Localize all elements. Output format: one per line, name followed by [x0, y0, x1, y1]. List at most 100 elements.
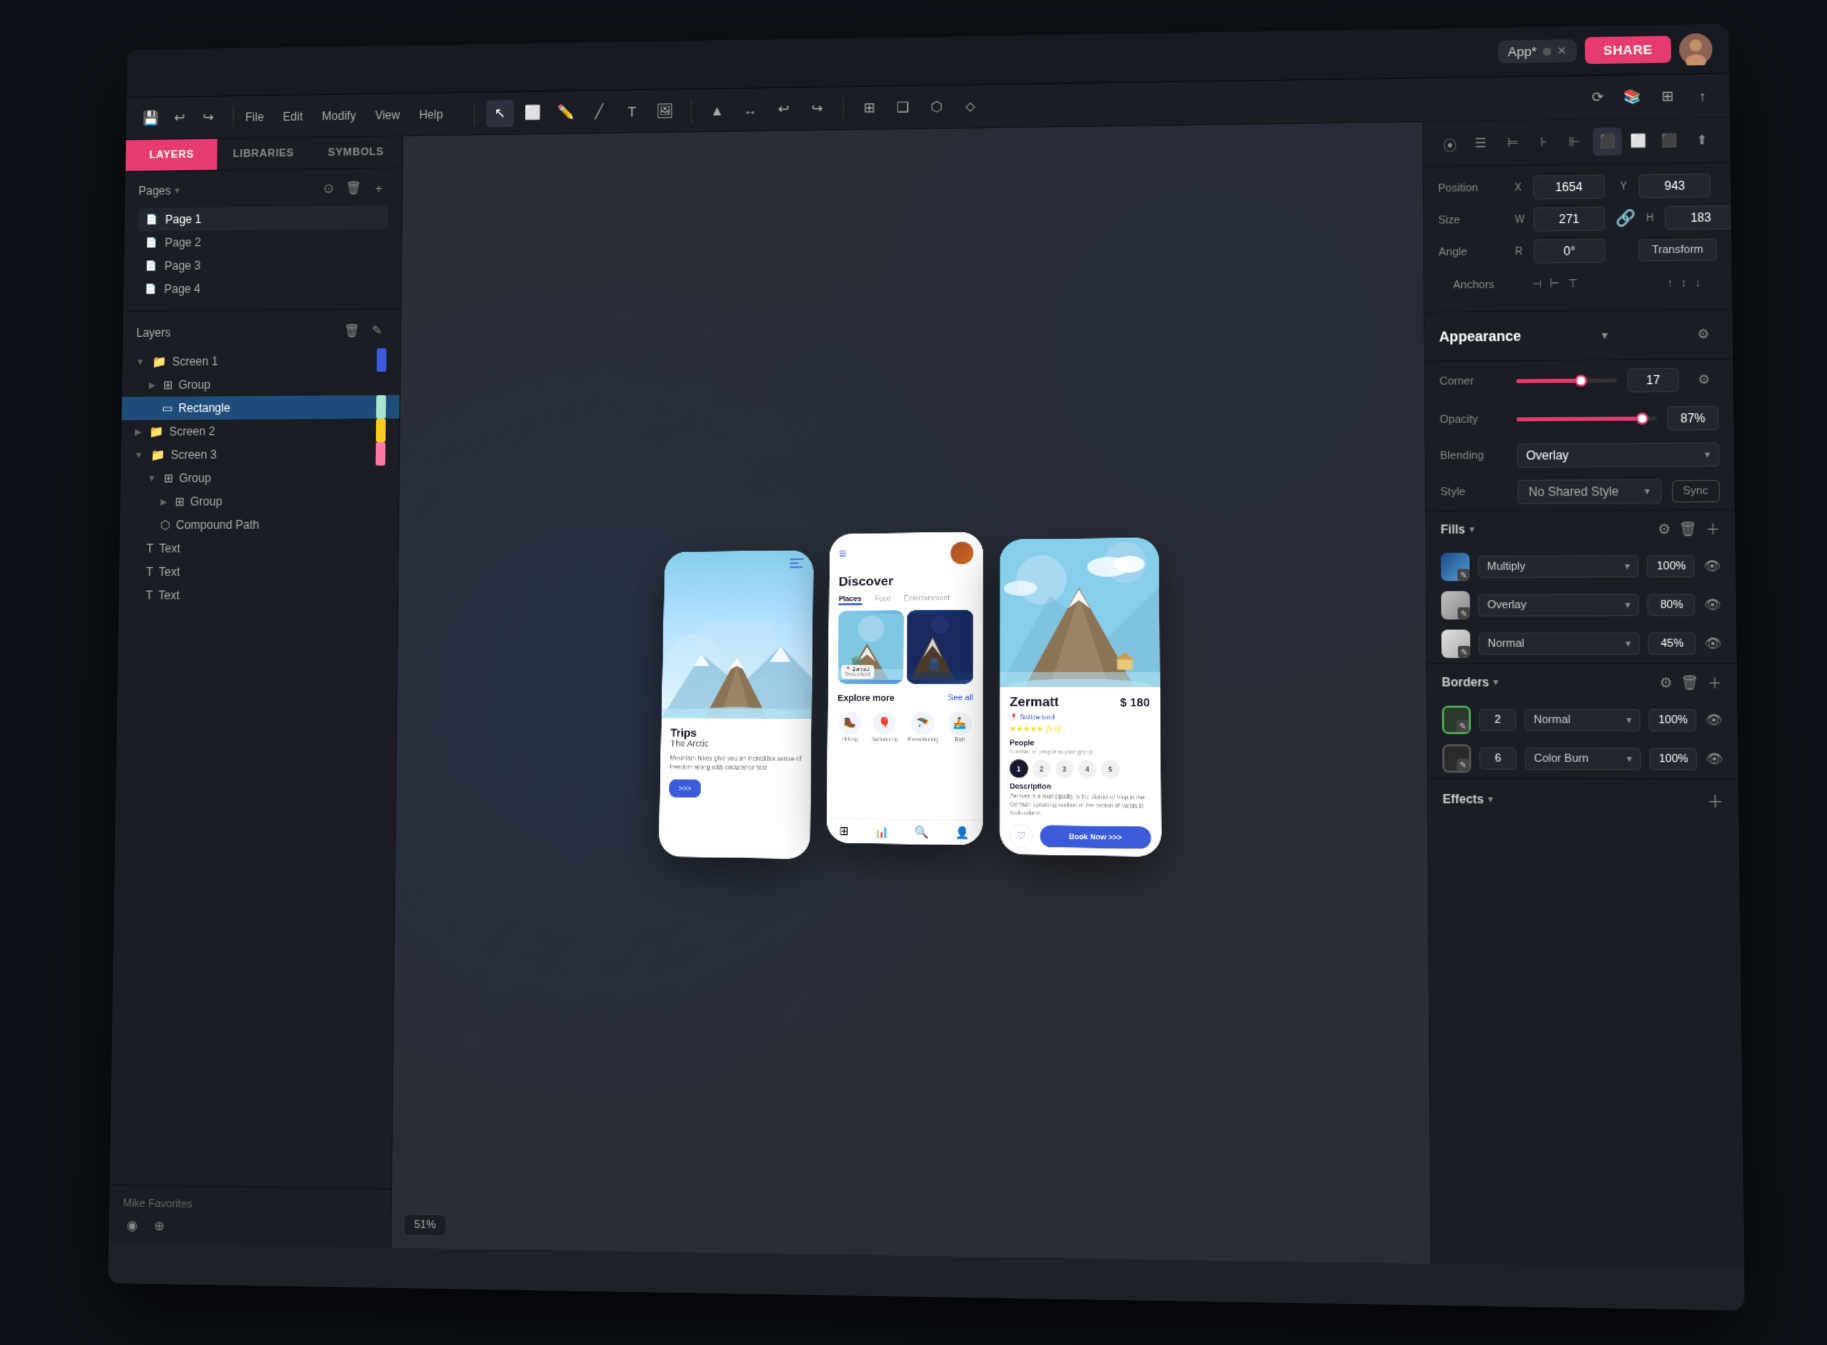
border-eye-1[interactable]: 👁 — [1705, 712, 1722, 728]
num-2[interactable]: 2 — [1032, 760, 1051, 779]
border-num-2[interactable] — [1479, 747, 1516, 769]
undo2-tool[interactable]: ↩ — [770, 95, 798, 123]
layer-compound[interactable]: ⬡ Compound Path — [120, 512, 398, 536]
line-tool[interactable]: ╱ — [585, 98, 612, 126]
fills-settings-btn[interactable]: ⚙ — [1657, 519, 1670, 539]
layer-rectangle[interactable]: ▭ Rectangle — [122, 395, 400, 420]
align-left[interactable]: ⬛ — [1593, 127, 1622, 155]
align-center-h[interactable]: ⬜ — [1624, 127, 1653, 155]
size-w-input[interactable] — [1533, 207, 1605, 232]
align-middle[interactable]: ↕ — [1718, 126, 1744, 154]
appearance-settings[interactable]: ⚙ — [1689, 320, 1718, 348]
borders-delete-btn[interactable]: 🗑 — [1681, 672, 1700, 692]
position-x-input[interactable] — [1533, 175, 1605, 200]
anchor-type-2[interactable]: ↕ — [1679, 275, 1689, 291]
image-tool[interactable]: 🖼 — [651, 97, 679, 125]
flip-h-tool[interactable]: ↔ — [737, 96, 765, 124]
artboard-tool[interactable]: ⬦ — [956, 92, 984, 120]
nav-search[interactable]: 🔍 — [915, 825, 929, 839]
redo2-tool[interactable]: ↪ — [803, 95, 831, 123]
nav-profile[interactable]: 👤 — [955, 826, 970, 840]
fill-swatch-3[interactable]: ✎ — [1441, 630, 1470, 658]
fills-add-btn[interactable]: ＋ — [1706, 518, 1721, 538]
page-item-1[interactable]: 📄 Page 1 — [138, 205, 388, 231]
layer-group2[interactable]: ▼ ⊞ Group — [121, 465, 399, 490]
num-4[interactable]: 4 — [1078, 760, 1097, 779]
menu-help[interactable]: Help — [419, 107, 443, 121]
triangle-tool[interactable]: ▲ — [703, 96, 731, 124]
fills-delete-btn[interactable]: 🗑 — [1679, 519, 1698, 539]
dist-h[interactable]: ⊨ — [1499, 129, 1528, 157]
book-now-btn[interactable]: Book Now >>> — [1040, 825, 1151, 849]
rect-tool[interactable]: ⬜ — [519, 99, 546, 127]
user-ctrl-2[interactable]: ⊕ — [150, 1216, 170, 1236]
layer-add[interactable]: ✎ — [367, 321, 387, 341]
heart-btn[interactable]: ♡ — [1010, 824, 1034, 848]
layer-group3[interactable]: ▶ ⊞ Group — [120, 489, 398, 514]
align-rows[interactable]: ☰ — [1466, 129, 1495, 157]
align-top[interactable]: ⬆ — [1687, 126, 1716, 154]
anchor-type-1[interactable]: ↑ — [1665, 275, 1675, 291]
position-y-input[interactable] — [1639, 173, 1711, 198]
phone1-btn[interactable]: >>> — [669, 780, 701, 798]
num-3[interactable]: 3 — [1055, 760, 1074, 779]
nav-home[interactable]: ⊞ — [839, 824, 849, 838]
page-search[interactable]: ⊙ — [319, 179, 338, 199]
border-eye-2[interactable]: 👁 — [1706, 751, 1723, 767]
tab-entertainment[interactable]: Entertainment — [904, 594, 950, 602]
share-button[interactable]: SHARE — [1585, 36, 1671, 64]
size-h-input[interactable] — [1665, 205, 1738, 230]
tab-layers[interactable]: LAYERS — [126, 139, 218, 171]
dist-v[interactable]: ⊦ — [1529, 128, 1558, 156]
text-tool[interactable]: T — [618, 97, 645, 125]
page-item-2[interactable]: 📄 Page 2 — [138, 229, 388, 255]
anchor-left[interactable]: ⊣ — [1530, 275, 1544, 292]
fill-pct-2[interactable] — [1648, 594, 1696, 616]
fill-swatch-1[interactable]: ✎ — [1441, 553, 1470, 581]
layer-screen1[interactable]: ▼ 📁 Screen 1 — [122, 348, 400, 374]
corner-slider[interactable] — [1516, 378, 1617, 383]
border-mode-1[interactable]: Normal ▾ — [1524, 709, 1641, 732]
layer-screen2[interactable]: ▶ 📁 Screen 2 — [121, 418, 399, 443]
layer-screen3[interactable]: ▼ 📁 Screen 3 — [121, 442, 399, 467]
see-all[interactable]: See all — [948, 694, 973, 704]
effects-chevron[interactable]: ▾ — [1488, 794, 1493, 805]
corner-thumb[interactable] — [1575, 375, 1587, 387]
canvas[interactable]: Trips The Arctic Mountain hikes give you… — [391, 122, 1430, 1264]
close-icon[interactable]: ✕ — [1557, 44, 1567, 57]
menu-modify[interactable]: Modify — [322, 108, 356, 122]
select-tool[interactable]: ↖ — [486, 99, 513, 127]
fill-pct-3[interactable] — [1648, 632, 1696, 654]
fill-edit-3[interactable]: ✎ — [1458, 646, 1470, 658]
components-tool[interactable]: ❑ — [889, 93, 917, 121]
border-mode-2[interactable]: Color Burn ▾ — [1525, 747, 1642, 770]
layer-text3[interactable]: T Text — [119, 583, 398, 607]
fill-eye-3[interactable]: 👁 — [1704, 636, 1721, 652]
anchor-center[interactable]: ⊢ — [1548, 275, 1562, 292]
layer-delete[interactable]: 🗑 — [342, 321, 362, 341]
borders-chevron[interactable]: ▾ — [1493, 677, 1498, 688]
corner-value-input[interactable] — [1627, 368, 1679, 393]
layer-text1[interactable]: T Text — [119, 536, 398, 560]
borders-add-btn[interactable]: ＋ — [1707, 672, 1722, 692]
fill-mode-3[interactable]: Normal ▾ — [1478, 633, 1640, 655]
pen-tool[interactable]: ✏️ — [552, 98, 579, 126]
border-edit-2[interactable]: ✎ — [1457, 758, 1469, 770]
menu-view[interactable]: View — [375, 108, 400, 122]
save-btn[interactable]: 💾 — [138, 105, 165, 132]
redo-btn[interactable]: ↪ — [195, 104, 222, 131]
blending-dropdown[interactable]: Overlay ▾ — [1517, 442, 1720, 467]
effects-add-btn[interactable]: ＋ — [1707, 788, 1724, 813]
fill-pct-1[interactable] — [1647, 555, 1695, 577]
borders-settings-btn[interactable]: ⚙ — [1659, 672, 1672, 692]
fills-chevron[interactable]: ▾ — [1469, 524, 1474, 535]
lib-btn[interactable]: 📚 — [1618, 83, 1647, 111]
tab-libraries[interactable]: LIBRARIES — [217, 138, 310, 170]
fill-edit-2[interactable]: ✎ — [1458, 607, 1470, 619]
layer-text2[interactable]: T Text — [119, 560, 398, 584]
align-right[interactable]: ⬛ — [1654, 127, 1683, 155]
page-item-4[interactable]: 📄 Page 4 — [137, 275, 388, 301]
export-btn[interactable]: ↑ — [1688, 82, 1717, 110]
tab-symbols[interactable]: SYMBOLS — [309, 136, 402, 168]
user-ctrl-1[interactable]: ◉ — [122, 1216, 142, 1236]
